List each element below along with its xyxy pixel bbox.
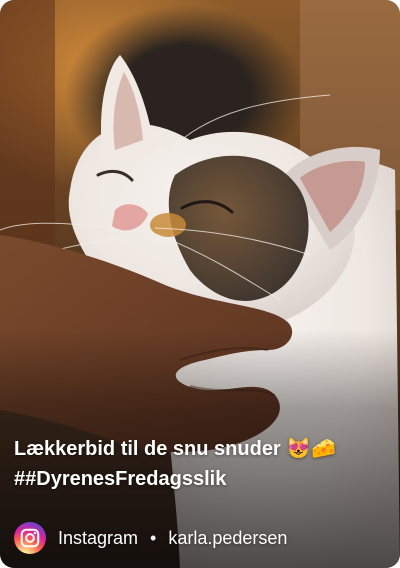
author-username[interactable]: karla.pedersen (168, 528, 287, 549)
caption-hashtag[interactable]: ##DyrenesFredagsslik (14, 464, 386, 494)
source-label[interactable]: Instagram (58, 528, 138, 549)
caption-line-1: Lækkerbid til de snu snuder 😻🧀 (14, 438, 337, 460)
post-caption: Lækkerbid til de snu snuder 😻🧀 ##Dyrenes… (14, 434, 386, 494)
social-post-card[interactable]: Lækkerbid til de snu snuder 😻🧀 ##Dyrenes… (0, 0, 400, 568)
separator-dot: • (150, 527, 157, 548)
instagram-icon (14, 522, 46, 554)
post-footer: Instagram • karla.pedersen (14, 520, 386, 556)
